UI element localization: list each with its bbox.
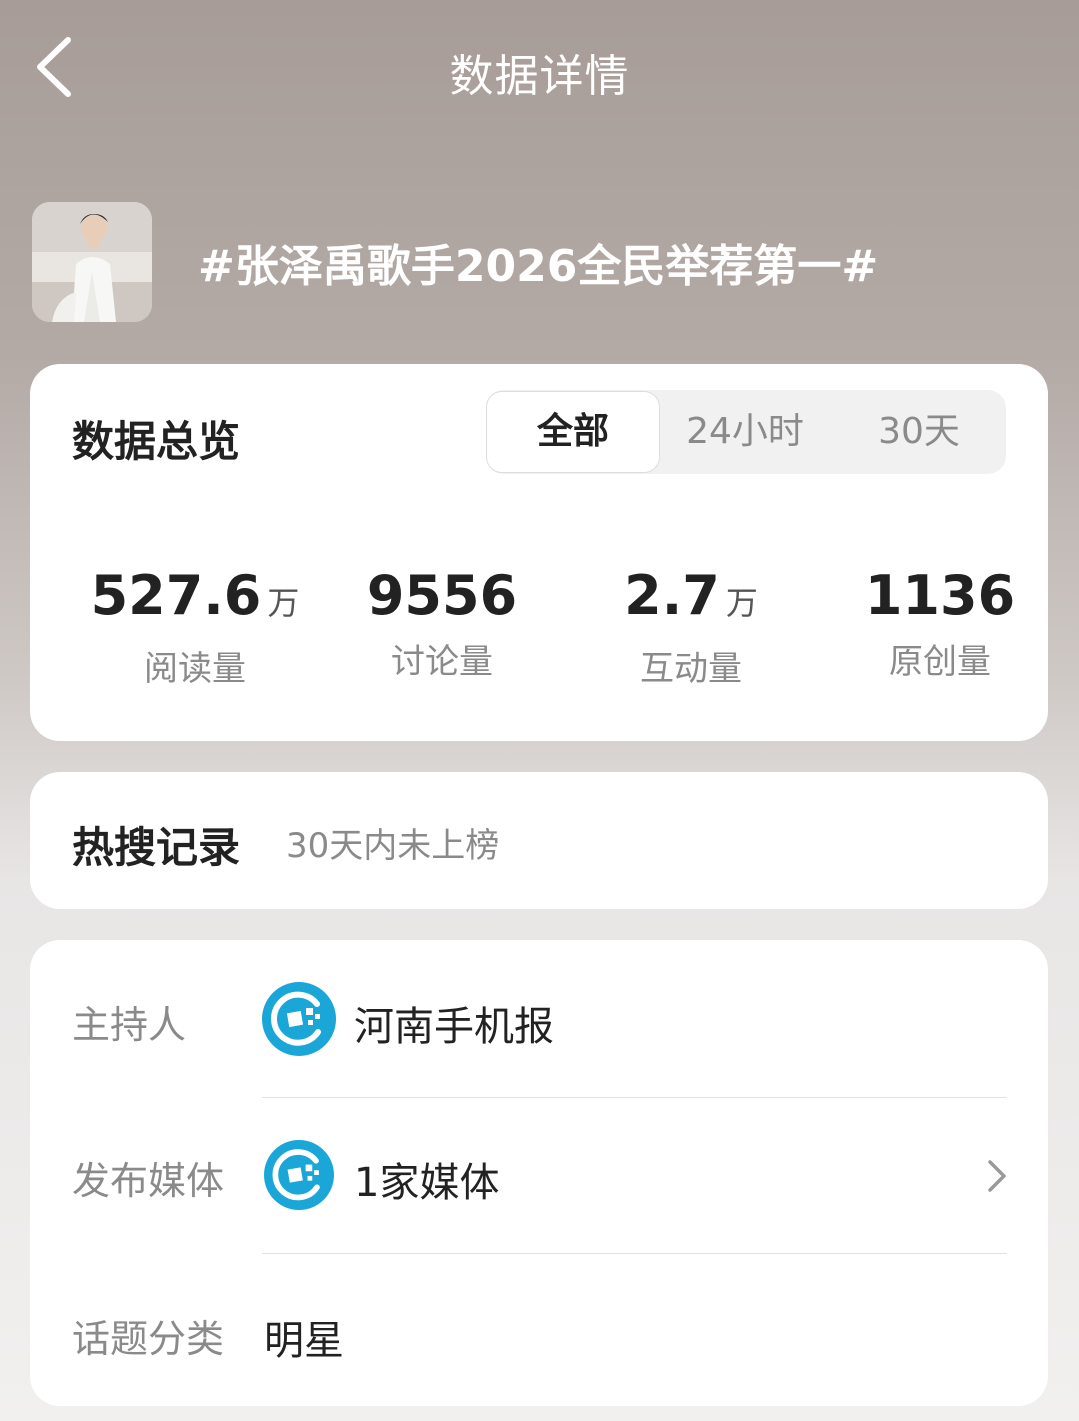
host-name: 河南手机报 — [354, 1004, 554, 1050]
stats-row: 527.6 万 阅读量 9556 讨论量 2.7 万 互动量 1136 原创量 — [30, 564, 1048, 689]
stat-originals: 1136 原创量 — [815, 564, 1065, 683]
tab-24h[interactable]: 24小时 — [658, 390, 832, 474]
top-bar: 数据详情 — [0, 0, 1079, 140]
host-row[interactable]: 主持人 河南手机报 — [30, 940, 1048, 1096]
stat-label: 讨论量 — [391, 642, 493, 682]
media-logo-icon — [264, 1140, 334, 1210]
media-row[interactable]: 发布媒体 1家媒体 — [30, 1098, 1048, 1254]
topic-info-card: 主持人 河南手机报 发布媒体 1家媒体 话题分类 明星 — [30, 940, 1048, 1406]
stat-label: 原创量 — [889, 642, 991, 682]
media-label: 发布媒体 — [72, 1159, 225, 1203]
stat-unit: 万 — [725, 584, 758, 622]
stat-discussions: 9556 讨论量 — [317, 564, 567, 683]
time-range-tabs: 全部 24小时 30天 — [486, 390, 1006, 474]
category-value: 明星 — [264, 1318, 344, 1364]
tab-30d[interactable]: 30天 — [832, 390, 1006, 474]
category-label: 话题分类 — [72, 1317, 225, 1361]
topic-avatar — [32, 202, 152, 322]
stat-label: 互动量 — [640, 649, 742, 689]
stat-value: 527.6 万 — [90, 564, 300, 627]
category-row: 话题分类 明星 — [30, 1254, 1048, 1410]
stat-value: 1136 — [864, 564, 1016, 627]
stat-unit: 万 — [267, 584, 300, 622]
stat-reads: 527.6 万 阅读量 — [70, 564, 320, 690]
topic-header: #张泽禹歌手2026全民举荐第一# — [32, 202, 1052, 322]
hot-search-title: 热搜记录 — [72, 823, 241, 872]
media-count: 1家媒体 — [354, 1160, 500, 1206]
overview-card: 数据总览 全部 24小时 30天 527.6 万 阅读量 9556 讨论量 2.7… — [30, 364, 1048, 741]
hot-search-card[interactable]: 热搜记录 30天内未上榜 — [30, 772, 1048, 909]
overview-title: 数据总览 — [72, 417, 241, 466]
page-title: 数据详情 — [449, 51, 630, 102]
topic-title: #张泽禹歌手2026全民举荐第一# — [198, 241, 879, 292]
stat-value: 2.7 万 — [624, 564, 758, 627]
stat-interactions: 2.7 万 互动量 — [566, 564, 816, 690]
stat-label: 阅读量 — [144, 649, 246, 689]
hot-search-status: 30天内未上榜 — [286, 826, 500, 866]
media-logo-icon — [262, 982, 336, 1056]
host-label: 主持人 — [72, 1003, 187, 1047]
chevron-right-icon[interactable] — [982, 1156, 1012, 1196]
stat-value: 9556 — [366, 564, 518, 627]
tab-all[interactable]: 全部 — [486, 391, 660, 473]
